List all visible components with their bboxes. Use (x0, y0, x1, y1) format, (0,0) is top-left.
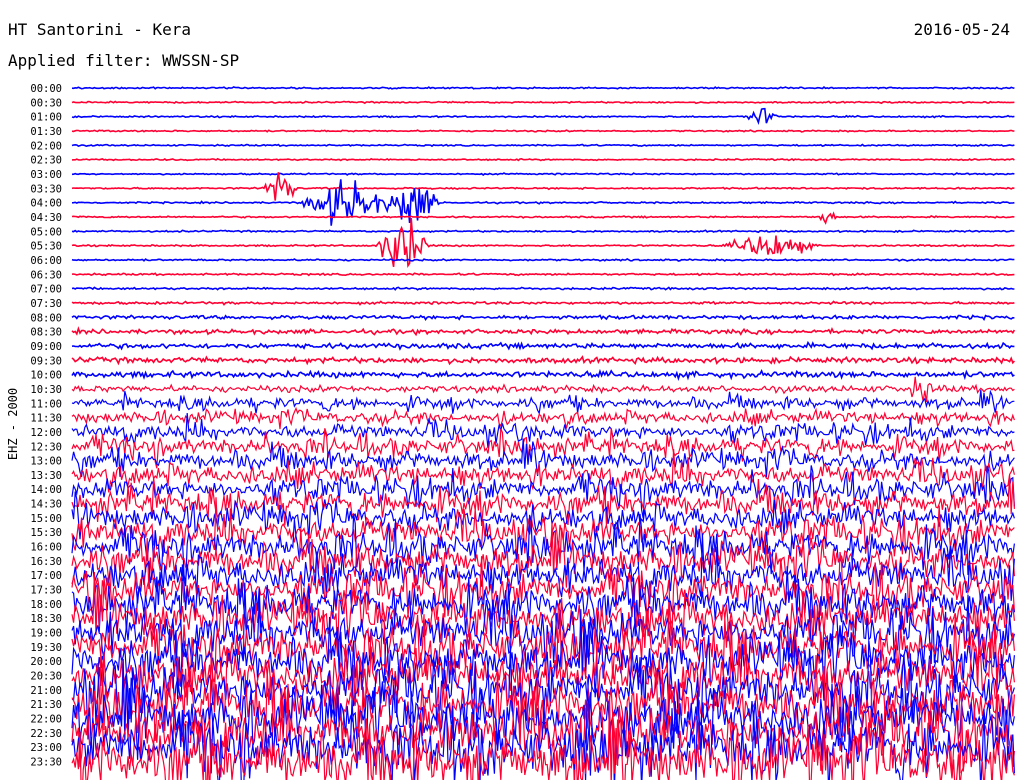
time-tick-label: 19:30 (30, 642, 62, 654)
trace-0030 (71, 100, 1015, 105)
trace-0700 (71, 286, 1015, 291)
trace-0930 (71, 355, 1015, 366)
time-tick-label: 16:30 (30, 556, 62, 568)
trace-1000 (71, 368, 1015, 381)
time-tick-label: 06:00 (30, 255, 62, 267)
trace-0800 (71, 314, 1015, 321)
time-tick-label: 02:00 (30, 140, 62, 152)
trace-0230 (71, 157, 1015, 162)
time-tick-label: 09:30 (30, 355, 62, 367)
time-tick-label: 11:30 (30, 413, 62, 425)
time-tick-label: 05:30 (30, 241, 62, 253)
time-tick-label: 00:30 (30, 97, 62, 109)
trace-0300 (71, 172, 1015, 177)
time-tick-label: 13:30 (30, 470, 62, 482)
trace-0100 (71, 107, 1015, 126)
time-tick-label: 04:30 (30, 212, 62, 224)
trace-1030 (71, 376, 1015, 402)
time-tick-label: 10:30 (30, 384, 62, 396)
time-tick-label: 17:30 (30, 585, 62, 597)
trace-0630 (71, 272, 1015, 277)
time-tick-label: 13:00 (30, 456, 62, 468)
time-tick-label: 02:30 (30, 155, 62, 167)
time-tick-label: 03:00 (30, 169, 62, 181)
trace-0430 (71, 211, 1015, 225)
trace-0200 (71, 143, 1015, 148)
time-tick-label: 08:30 (30, 327, 62, 339)
time-tick-label: 07:30 (30, 298, 62, 310)
time-tick-label: 21:30 (30, 699, 62, 711)
trace-0730 (71, 300, 1015, 306)
time-tick-label: 23:30 (30, 757, 62, 769)
trace-layer (71, 86, 1016, 780)
time-tick-label: 10:00 (30, 370, 62, 382)
time-tick-label: 18:00 (30, 599, 62, 611)
time-tick-label: 16:00 (30, 542, 62, 554)
time-tick-label: 06:30 (30, 269, 62, 281)
seismogram-plot: 00:00 00:30 01:00 01:30 02:00 02:30 03:00 03:30… (30, 83, 1016, 780)
time-tick-label: 22:30 (30, 728, 62, 740)
tick-label-layer: 00:00 00:30 01:00 01:30 02:00 02:30 03:00 03:30… (30, 83, 62, 769)
trace-0330 (71, 172, 1015, 201)
time-tick-label: 20:30 (30, 671, 62, 683)
time-tick-label: 11:00 (30, 398, 62, 410)
trace-0500 (71, 229, 1015, 234)
time-tick-label: 05:00 (30, 226, 62, 238)
time-tick-label: 22:00 (30, 714, 62, 726)
time-tick-label: 04:00 (30, 198, 62, 210)
time-tick-label: 08:00 (30, 312, 62, 324)
trace-1130 (71, 406, 1015, 430)
time-tick-label: 20:00 (30, 656, 62, 668)
trace-1100 (71, 389, 1015, 416)
time-tick-label: 15:00 (30, 513, 62, 525)
time-tick-label: 07:00 (30, 284, 62, 296)
trace-0130 (71, 129, 1015, 133)
time-tick-label: 15:30 (30, 527, 62, 539)
time-tick-label: 23:00 (30, 742, 62, 754)
time-tick-label: 12:00 (30, 427, 62, 439)
time-tick-label: 12:30 (30, 441, 62, 453)
trace-1500 (71, 491, 1015, 542)
trace-0900 (71, 340, 1015, 351)
time-tick-label: 01:00 (30, 112, 62, 124)
trace-0830 (71, 326, 1016, 337)
time-tick-label: 14:00 (30, 484, 62, 496)
time-tick-label: 03:30 (30, 183, 62, 195)
time-tick-label: 18:30 (30, 613, 62, 625)
time-tick-label: 17:00 (30, 570, 62, 582)
time-tick-label: 00:00 (30, 83, 62, 95)
trace-0600 (71, 257, 1015, 262)
time-tick-label: 01:30 (30, 126, 62, 138)
time-tick-label: 09:00 (30, 341, 62, 353)
time-tick-label: 21:00 (30, 685, 62, 697)
time-tick-label: 14:30 (30, 499, 62, 511)
trace-0400 (71, 179, 1015, 226)
trace-0000 (71, 86, 1015, 90)
time-tick-label: 19:00 (30, 628, 62, 640)
